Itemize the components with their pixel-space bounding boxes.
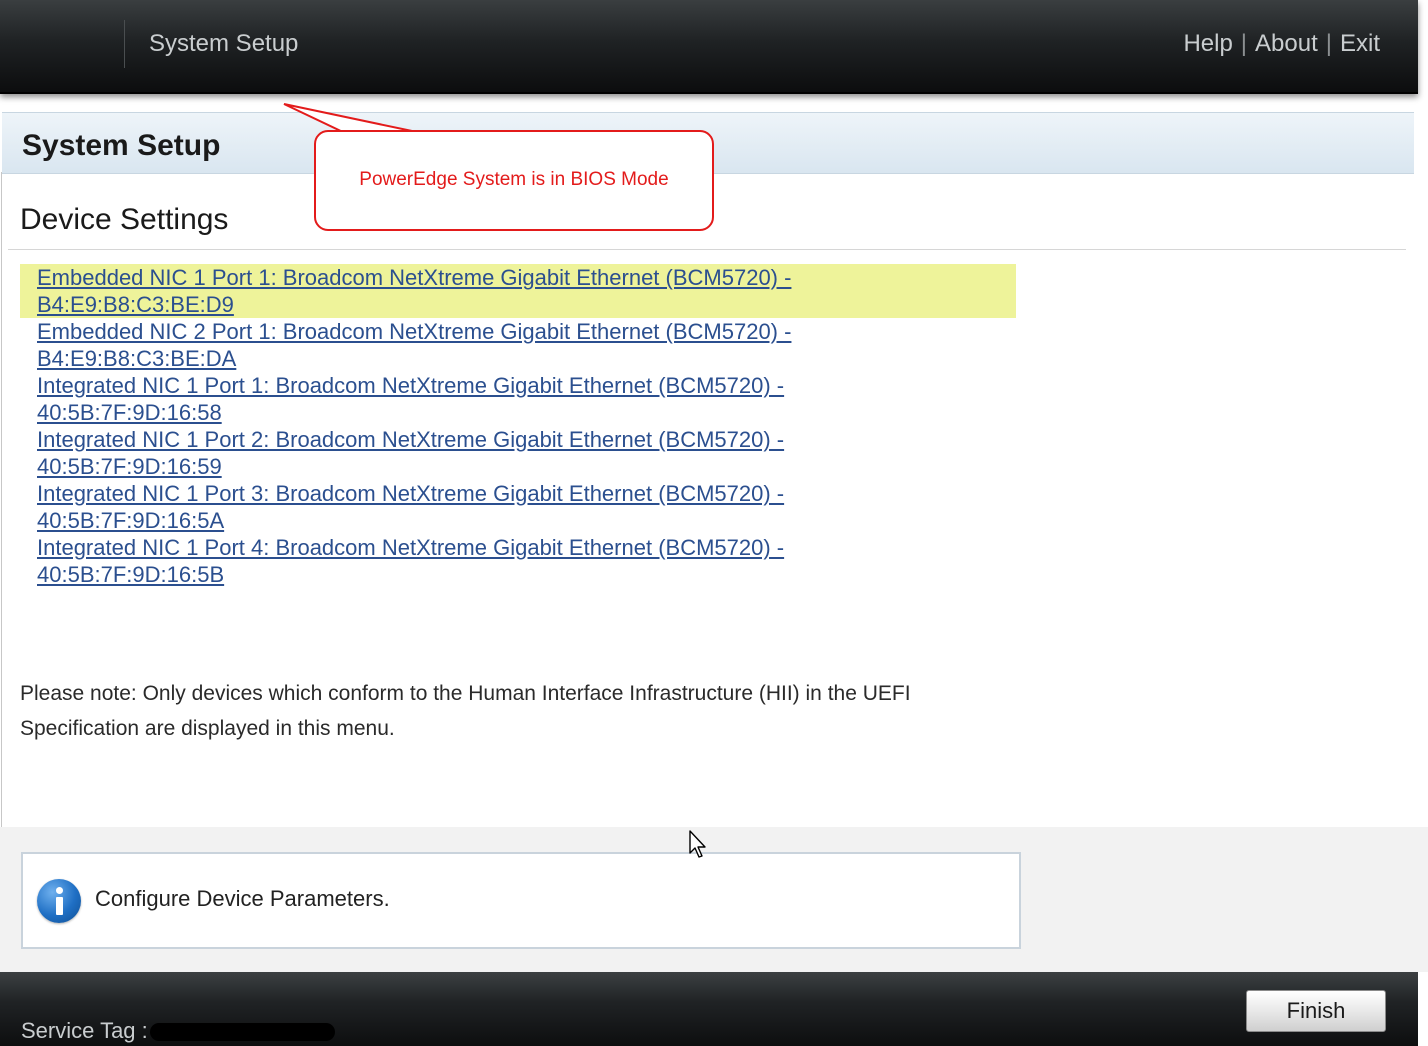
service-tag-label: Service Tag :	[21, 1018, 148, 1043]
redacted-service-tag	[149, 1023, 335, 1042]
mouse-cursor-icon	[689, 830, 706, 858]
device-link-label[interactable]: Integrated NIC 1 Port 1: Broadcom NetXtr…	[37, 372, 837, 426]
exit-link[interactable]: Exit	[1340, 30, 1380, 57]
top-links: Help | About | Exit	[1183, 30, 1380, 58]
device-link-label[interactable]: Integrated NIC 1 Port 2: Broadcom NetXtr…	[37, 426, 837, 480]
device-link-label[interactable]: Integrated NIC 1 Port 3: Broadcom NetXtr…	[37, 480, 837, 534]
content-border	[1, 172, 2, 827]
device-link-label[interactable]: Embedded NIC 1 Port 1: Broadcom NetXtrem…	[37, 264, 837, 318]
device-link-label[interactable]: Integrated NIC 1 Port 4: Broadcom NetXtr…	[37, 534, 837, 588]
section-heading: Device Settings	[20, 203, 229, 236]
help-panel: Configure Device Parameters.	[21, 852, 1021, 949]
device-item-integrated-nic-1-port-3[interactable]: Integrated NIC 1 Port 3: Broadcom NetXtr…	[20, 480, 1016, 534]
page-title: System Setup	[22, 129, 221, 162]
info-icon	[37, 879, 81, 923]
about-link[interactable]: About	[1255, 30, 1318, 57]
top-bar-divider	[124, 20, 125, 68]
finish-button[interactable]: Finish	[1246, 990, 1386, 1032]
device-list: Embedded NIC 1 Port 1: Broadcom NetXtrem…	[20, 264, 1016, 588]
device-item-integrated-nic-1-port-2[interactable]: Integrated NIC 1 Port 2: Broadcom NetXtr…	[20, 426, 1016, 480]
app-title: System Setup	[149, 30, 299, 57]
annotation-text: PowerEdge System is in BIOS Mode	[359, 169, 669, 190]
link-separator: |	[1240, 30, 1248, 57]
top-bar: System Setup Help | About | Exit	[0, 0, 1418, 94]
device-item-embedded-nic-1-port-1[interactable]: Embedded NIC 1 Port 1: Broadcom NetXtrem…	[20, 264, 1016, 318]
bottom-bar: Service Tag : Finish	[0, 972, 1418, 1046]
device-link-label[interactable]: Embedded NIC 2 Port 1: Broadcom NetXtrem…	[37, 318, 837, 372]
help-text: Configure Device Parameters.	[95, 886, 390, 911]
device-item-embedded-nic-2-port-1[interactable]: Embedded NIC 2 Port 1: Broadcom NetXtrem…	[20, 318, 1016, 372]
link-separator: |	[1325, 30, 1332, 57]
help-link[interactable]: Help	[1183, 30, 1232, 57]
device-item-integrated-nic-1-port-1[interactable]: Integrated NIC 1 Port 1: Broadcom NetXtr…	[20, 372, 1016, 426]
hii-note: Please note: Only devices which conform …	[20, 682, 911, 740]
annotation-callout: PowerEdge System is in BIOS Mode	[314, 130, 714, 231]
service-tag: Service Tag :	[21, 1018, 335, 1044]
device-item-integrated-nic-1-port-4[interactable]: Integrated NIC 1 Port 4: Broadcom NetXtr…	[20, 534, 1016, 588]
section-divider	[8, 249, 1406, 250]
